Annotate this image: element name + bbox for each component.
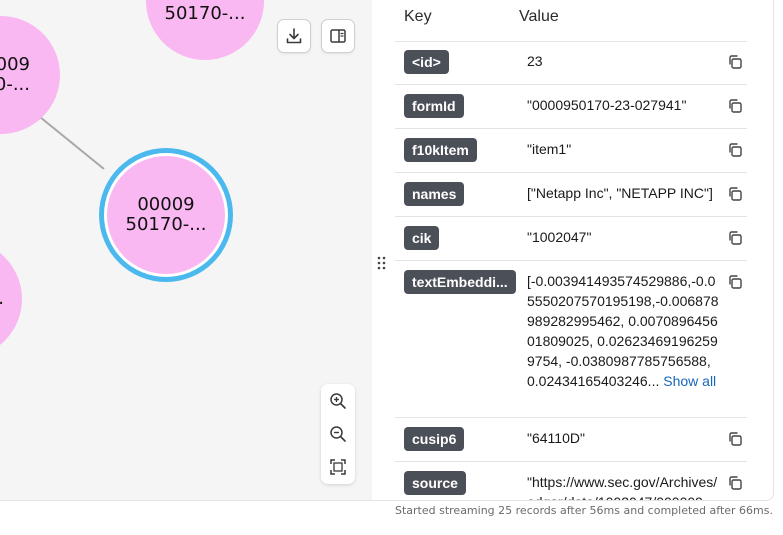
download-button[interactable]: [277, 19, 311, 53]
property-key: formId: [404, 94, 464, 118]
property-row: source "https://www.sec.gov/Archives/edg…: [395, 462, 747, 500]
fit-screen-icon: [330, 459, 346, 476]
property-key: names: [404, 182, 465, 206]
property-row: names ["Netapp Inc", "NETAPP INC"]: [395, 173, 747, 217]
property-row: formId "0000950170-23-027941": [395, 85, 747, 129]
property-row: f10kItem "item1": [395, 129, 747, 173]
query-status-text: Started streaming 25 records after 56ms …: [394, 504, 773, 517]
property-key: <id>: [404, 50, 449, 74]
download-icon: [286, 28, 302, 44]
node-caption: 009 70-...: [0, 54, 30, 95]
copy-icon[interactable]: [727, 186, 743, 202]
selected-graph-node[interactable]: 00009 50170-...: [107, 156, 225, 274]
property-value: "64110D": [527, 430, 585, 446]
property-value: "1002047": [527, 229, 592, 245]
graph-canvas[interactable]: 50170-... 009 70-... 00009 50170-... .: [0, 0, 372, 500]
node-caption: 00009 50170-...: [125, 194, 207, 235]
property-value: 23: [527, 53, 543, 69]
copy-icon[interactable]: [727, 230, 743, 246]
property-key: f10kItem: [404, 138, 477, 162]
panel-toggle-icon: [330, 29, 346, 43]
key-column-header: Key: [404, 8, 432, 25]
fit-to-screen-button[interactable]: [326, 455, 350, 479]
copy-icon[interactable]: [727, 54, 743, 70]
property-key: cusip6: [404, 427, 465, 451]
property-row: cusip6 "64110D": [395, 418, 747, 462]
zoom-out-icon: [330, 426, 346, 442]
copy-icon[interactable]: [727, 475, 743, 491]
copy-icon[interactable]: [727, 274, 743, 290]
properties-header: Key Value: [395, 0, 747, 42]
property-key: textEmbeddi...: [404, 270, 516, 294]
property-value: [-0.003941493574529886,-0.05550207570195…: [527, 273, 719, 389]
drag-handle-icon[interactable]: [376, 254, 388, 272]
property-value: ["Netapp Inc", "NETAPP INC"]: [527, 185, 713, 201]
node-caption: .: [0, 289, 22, 309]
toggle-panel-button[interactable]: [321, 19, 355, 53]
property-key: cik: [404, 226, 440, 250]
property-value: "item1": [527, 141, 572, 157]
show-all-link[interactable]: Show all: [663, 373, 716, 389]
relationship-edge: [39, 116, 105, 170]
property-value: "https://www.sec.gov/Archives/edgar/data…: [527, 474, 718, 500]
copy-icon[interactable]: [727, 431, 743, 447]
zoom-out-button[interactable]: [326, 422, 350, 446]
property-key: source: [404, 471, 466, 495]
zoom-in-icon: [330, 392, 346, 409]
properties-panel: Key Value <id> 23 formId "0000950170-23-…: [395, 0, 747, 500]
value-column-header: Value: [519, 8, 559, 25]
zoom-controls: [321, 384, 355, 484]
copy-icon[interactable]: [727, 98, 743, 114]
property-row: <id> 23: [395, 41, 747, 85]
zoom-in-button[interactable]: [326, 389, 350, 413]
property-row: cik "1002047": [395, 217, 747, 261]
property-row: textEmbeddi... [-0.003941493574529886,-0…: [395, 261, 747, 418]
node-caption: 50170-...: [164, 3, 246, 24]
property-value: "0000950170-23-027941": [527, 97, 687, 113]
copy-icon[interactable]: [727, 142, 743, 158]
results-frame: 50170-... 009 70-... 00009 50170-... .: [0, 0, 774, 501]
